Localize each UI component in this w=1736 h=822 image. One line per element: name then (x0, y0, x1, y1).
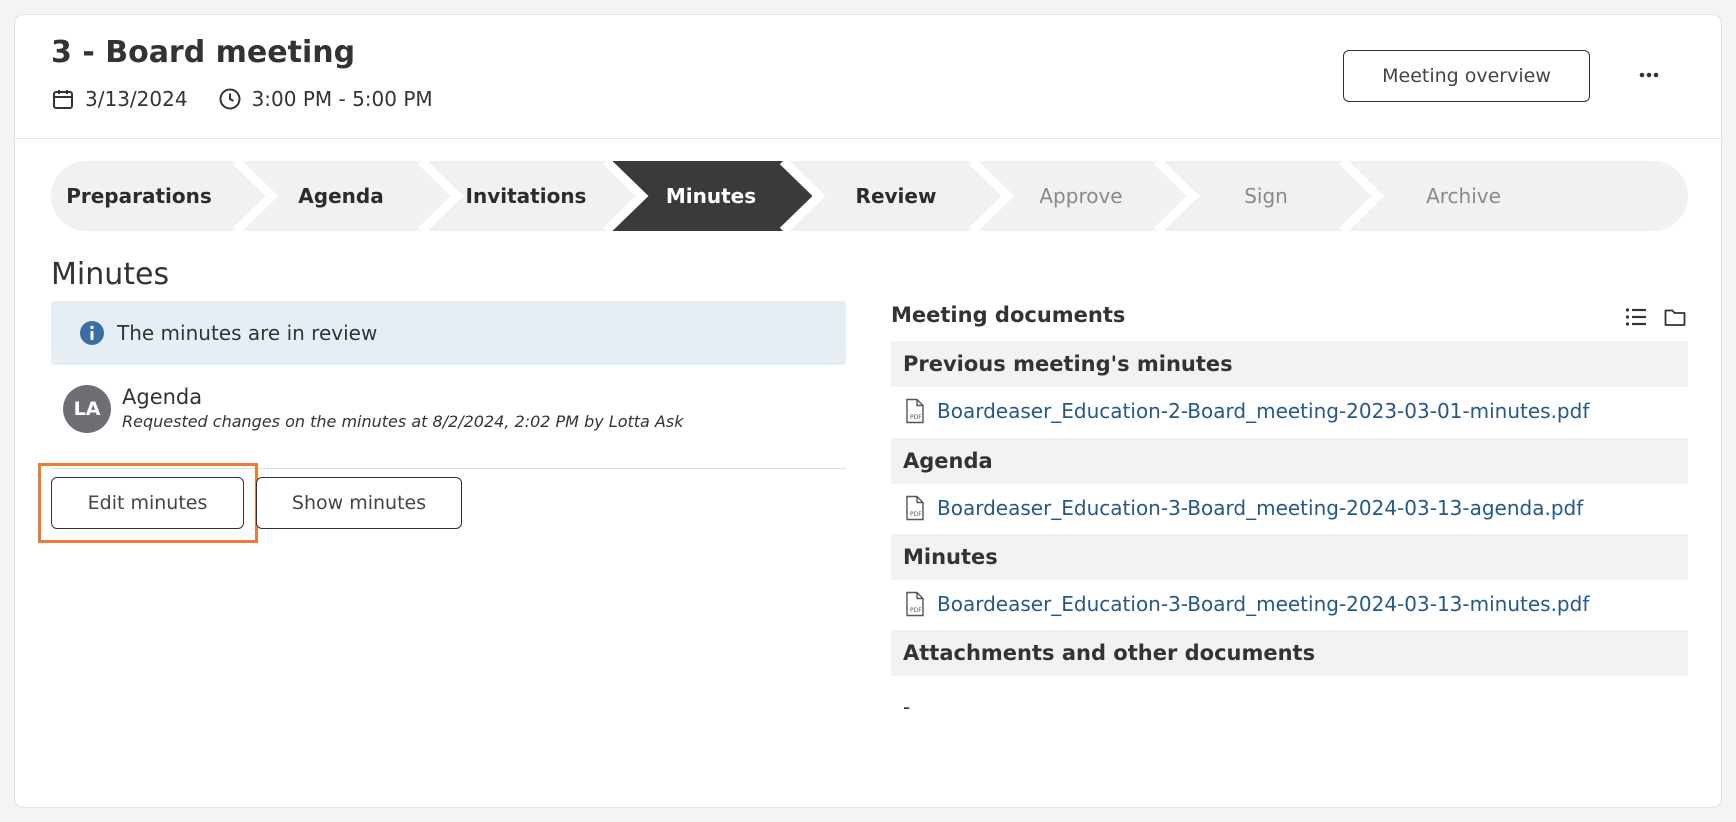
doc-link-agenda[interactable]: PDF Boardeaser_Education-3-Board_meeting… (903, 495, 1583, 521)
pdf-file-icon: PDF (903, 495, 927, 521)
documents-view-toggle (1624, 305, 1687, 329)
svg-text:PDF: PDF (910, 414, 922, 421)
doc-filename: Boardeaser_Education-3-Board_meeting-202… (937, 496, 1584, 520)
doc-link-minutes[interactable]: PDF Boardeaser_Education-3-Board_meeting… (903, 591, 1589, 617)
meeting-header: 3 - Board meeting 3/13/2024 3:00 PM - 5:… (15, 15, 1721, 139)
step-sign[interactable]: Sign (1176, 161, 1356, 231)
list-view-icon[interactable] (1624, 305, 1648, 329)
meeting-card: 3 - Board meeting 3/13/2024 3:00 PM - 5:… (14, 14, 1722, 808)
step-agenda[interactable]: Agenda (251, 161, 431, 231)
svg-text:PDF: PDF (910, 511, 922, 518)
minutes-entry: LA Agenda Requested changes on the minut… (51, 385, 846, 469)
doc-filename: Boardeaser_Education-2-Board_meeting-202… (937, 399, 1590, 423)
page-title: 3 - Board meeting (51, 35, 356, 70)
step-archive[interactable]: Archive (1371, 161, 1556, 231)
documents-title: Meeting documents (891, 303, 1126, 327)
edit-minutes-button[interactable]: Edit minutes (51, 477, 244, 529)
entry-subtitle: Requested changes on the minutes at 8/2/… (122, 412, 684, 431)
clock-icon (218, 87, 242, 111)
section-title: Minutes (51, 257, 170, 292)
info-icon (79, 320, 105, 346)
folder-view-icon[interactable] (1663, 305, 1687, 329)
pdf-file-icon: PDF (903, 591, 927, 617)
doc-group-agenda: Agenda (891, 438, 1688, 484)
step-minutes[interactable]: Minutes (621, 161, 801, 231)
doc-filename: Boardeaser_Education-3-Board_meeting-202… (937, 592, 1590, 616)
doc-group-minutes: Minutes (891, 534, 1688, 580)
pdf-file-icon: PDF (903, 398, 927, 424)
meeting-date: 3/13/2024 (85, 87, 188, 111)
more-icon (1639, 72, 1659, 78)
meeting-overview-button[interactable]: Meeting overview (1343, 50, 1590, 102)
entry-title: Agenda (122, 385, 203, 409)
step-preparations[interactable]: Preparations (51, 161, 227, 231)
more-options-button[interactable] (1631, 57, 1667, 93)
step-invitations[interactable]: Invitations (436, 161, 616, 231)
calendar-icon (51, 87, 75, 111)
svg-text:PDF: PDF (910, 607, 922, 614)
meeting-meta: 3/13/2024 3:00 PM - 5:00 PM (51, 87, 433, 111)
doc-link-previous-minutes[interactable]: PDF Boardeaser_Education-2-Board_meeting… (903, 398, 1589, 424)
doc-group-attachments: Attachments and other documents (891, 630, 1688, 676)
review-info-banner: The minutes are in review (51, 301, 846, 365)
step-review[interactable]: Review (806, 161, 986, 231)
meeting-time: 3:00 PM - 5:00 PM (251, 87, 433, 111)
info-text: The minutes are in review (117, 321, 378, 345)
workflow-stepper: Preparations Agenda Invitations Minutes … (51, 161, 1688, 231)
step-approve[interactable]: Approve (991, 161, 1171, 231)
doc-group-previous-minutes: Previous meeting's minutes (891, 341, 1688, 387)
attachments-empty: - (903, 695, 911, 719)
avatar: LA (63, 385, 111, 433)
show-minutes-button[interactable]: Show minutes (256, 477, 462, 529)
